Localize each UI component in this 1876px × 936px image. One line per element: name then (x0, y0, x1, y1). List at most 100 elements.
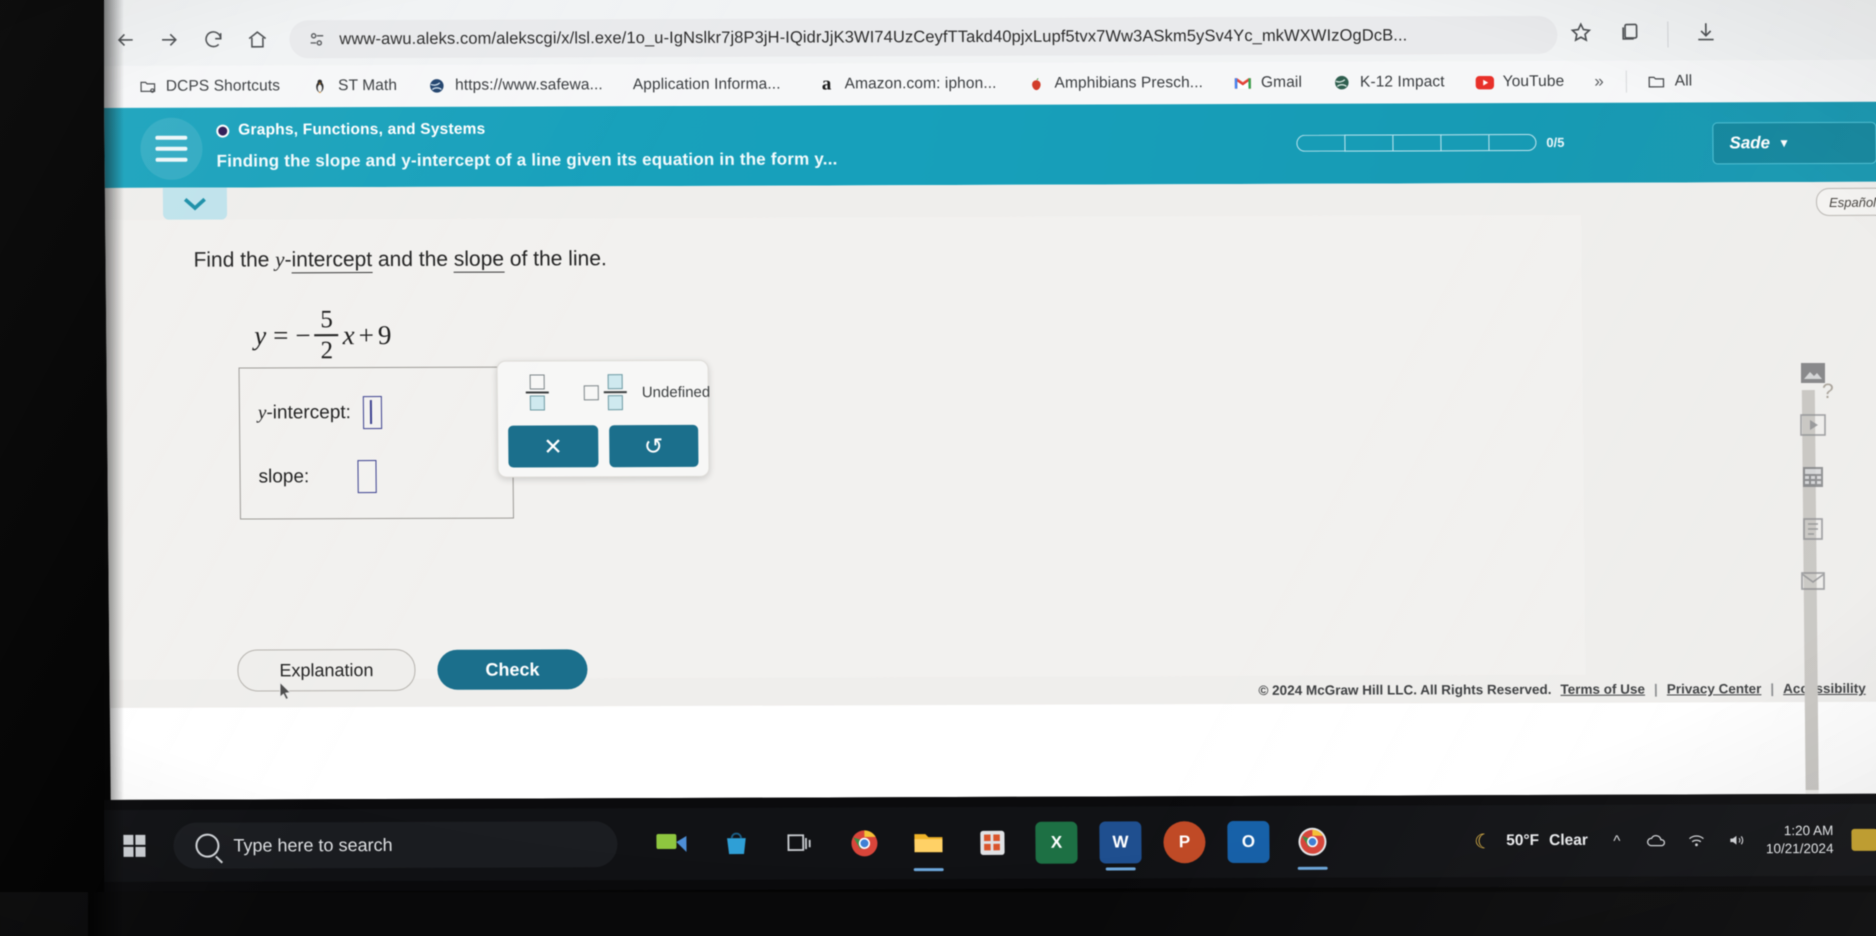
notes-icon[interactable] (1798, 516, 1828, 542)
taskbar-app-chrome-active[interactable] (1291, 821, 1333, 863)
explanation-button[interactable]: Explanation (237, 648, 416, 692)
fraction-bar-icon (603, 391, 627, 394)
bookmarks-bar: DCPS Shortcuts ST Math https://www.safew… (103, 59, 1876, 108)
notification-icon[interactable] (1851, 828, 1876, 851)
progress-segment (1392, 134, 1441, 152)
slope-input[interactable] (357, 460, 377, 494)
collapse-header-button[interactable] (162, 187, 228, 220)
equation-variable: x (342, 319, 355, 350)
home-icon[interactable] (235, 17, 279, 61)
equation-fraction: 5 2 (314, 306, 339, 365)
hamburger-menu-icon[interactable] (140, 117, 203, 180)
bookmark-item[interactable]: ST Math (310, 76, 397, 96)
aleks-content-area: Español Find the y-intercept and the slo… (104, 181, 1876, 800)
taskbar-app-task-view[interactable] (651, 823, 693, 865)
bookmark-label: K-12 Impact (1359, 73, 1445, 91)
bookmark-item[interactable]: DCPS Shortcuts (138, 76, 280, 96)
onedrive-icon[interactable] (1646, 830, 1668, 852)
taskbar-app-store[interactable] (971, 822, 1013, 864)
bookmark-item[interactable]: Gmail (1233, 73, 1302, 93)
progress-segment (1296, 134, 1345, 152)
url-text: www-awu.aleks.com/alekscgi/x/lsl.exe/1o_… (339, 25, 1408, 48)
folder-gear-icon (138, 77, 158, 97)
prompt-text-before: Find the (193, 248, 276, 272)
taskbar-app-outlook[interactable]: O (1227, 820, 1270, 864)
numerator-placeholder-icon (607, 374, 623, 390)
accessibility-link[interactable]: Accessibility (1783, 681, 1866, 696)
terms-of-use-link[interactable]: Terms of Use (1560, 682, 1645, 697)
clock-time: 1:20 AM (1783, 823, 1834, 839)
weather-condition: Clear (1549, 831, 1588, 849)
screen-content: www-awu.aleks.com/alekscgi/x/lsl.exe/1o_… (103, 0, 1876, 800)
download-icon[interactable] (1694, 20, 1717, 48)
bookmark-item[interactable]: YouTube (1475, 72, 1565, 92)
language-toggle-button[interactable]: Español (1815, 187, 1876, 217)
taskbar-apps: X W P O (651, 820, 1333, 865)
topic-dot-icon (216, 124, 230, 138)
taskbar-app-file-explorer[interactable] (907, 822, 949, 864)
chevron-down-icon: ▼ (1778, 136, 1791, 151)
mixed-number-button[interactable] (568, 370, 642, 414)
right-rail (1768, 360, 1858, 594)
mouse-cursor-icon (279, 681, 292, 700)
prompt-text-after: of the line. (503, 247, 607, 271)
network-icon[interactable] (1686, 829, 1708, 851)
taskbar-search-box[interactable]: Type here to search (173, 821, 618, 869)
taskbar-clock[interactable]: 1:20 AM 10/21/2024 (1766, 822, 1834, 857)
privacy-center-link[interactable]: Privacy Center (1667, 681, 1762, 696)
progress-segment (1440, 134, 1489, 152)
screen-bezel-bottom (0, 892, 1876, 936)
prompt-variable-y: y (275, 247, 285, 272)
equation-lhs: y (254, 319, 267, 350)
site-settings-icon[interactable] (303, 26, 329, 52)
math-keypad: Undefined ✕ ↺ (496, 359, 711, 478)
fraction-denominator: 2 (320, 337, 334, 365)
bookmark-item[interactable]: https://www.safewa... (427, 75, 603, 96)
bookmark-label: DCPS Shortcuts (165, 77, 281, 95)
weather-widget[interactable]: ☾ 50°F Clear (1470, 828, 1588, 854)
taskbar-app-excel[interactable]: X (1035, 821, 1078, 864)
bookmark-label: Amphibians Presch... (1054, 74, 1204, 92)
user-menu-button[interactable]: Sade ▼ (1712, 121, 1876, 165)
aleks-header: Graphs, Functions, and Systems Finding t… (104, 101, 1876, 188)
bookmark-item[interactable]: Application Informa... (633, 76, 781, 95)
question-canvas: Find the y-intercept and the slope of th… (105, 214, 1586, 700)
video-icon[interactable] (1798, 412, 1828, 438)
copy-icon[interactable] (1618, 21, 1641, 49)
volume-icon[interactable] (1726, 829, 1748, 851)
bookmark-item[interactable]: a Amazon.com: iphon... (816, 73, 997, 95)
bookmark-all-folder[interactable]: All (1647, 71, 1693, 91)
undefined-label: Undefined (641, 383, 711, 401)
header-text-block: Graphs, Functions, and Systems Finding t… (216, 115, 838, 171)
answer-panel: y-intercept: slope: (238, 366, 514, 520)
clear-button[interactable]: ✕ (508, 425, 599, 468)
progress-indicator: 0/5 (1296, 133, 1565, 152)
bookmark-item[interactable]: K-12 Impact (1332, 72, 1445, 92)
y-intercept-input[interactable] (362, 396, 383, 430)
taskbar-app-word[interactable]: W (1099, 821, 1142, 864)
star-icon[interactable] (1569, 21, 1592, 49)
bookmarks-overflow-icon[interactable]: » (1594, 72, 1604, 92)
mail-icon[interactable] (1798, 568, 1828, 594)
taskbar-app-chrome-pinned[interactable] (843, 822, 885, 864)
search-icon (195, 833, 220, 858)
check-button[interactable]: Check (437, 649, 588, 690)
taskbar-app-powerpoint[interactable]: P (1163, 821, 1206, 864)
x-icon: ✕ (543, 432, 563, 459)
answer-row-slope: slope: (258, 460, 377, 494)
apple-icon (1026, 74, 1046, 94)
toolbar-divider (1667, 21, 1669, 48)
taskbar-app-shopping[interactable] (715, 823, 757, 865)
fraction-button[interactable] (506, 370, 568, 414)
chevron-up-icon[interactable]: ^ (1606, 830, 1628, 852)
undo-button[interactable]: ↺ (608, 424, 699, 468)
undefined-button[interactable]: Undefined (642, 370, 711, 414)
bookmark-item[interactable]: Amphibians Presch... (1026, 73, 1203, 94)
forward-icon[interactable] (147, 18, 191, 62)
taskbar-app-task-view-icon[interactable] (779, 822, 821, 864)
denominator-placeholder-icon (529, 395, 545, 411)
image-icon[interactable] (1798, 360, 1828, 386)
reload-icon[interactable] (191, 18, 235, 62)
address-bar[interactable]: www-awu.aleks.com/alekscgi/x/lsl.exe/1o_… (289, 15, 1558, 59)
calculator-icon[interactable] (1798, 464, 1828, 490)
